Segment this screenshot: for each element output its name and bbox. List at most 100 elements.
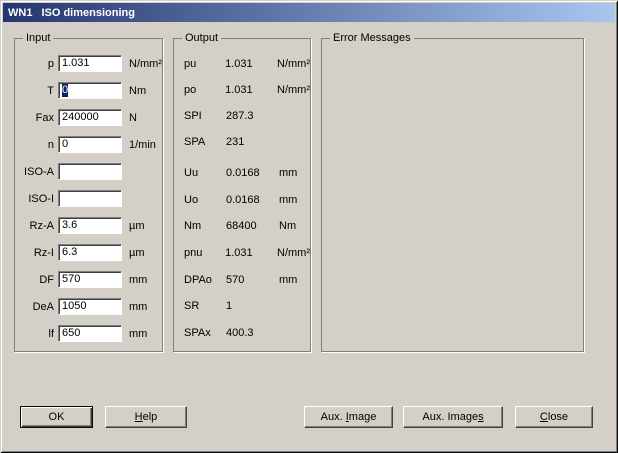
output-row: pnu 1.031 N/mm² (184, 240, 310, 267)
input-value: 650 (62, 327, 80, 340)
input-value: 0 (62, 84, 68, 97)
output-label: DPAo (184, 274, 226, 286)
input-unit: mm (129, 274, 147, 286)
output-value: 1 (226, 300, 279, 312)
output-value: 570 (226, 274, 279, 286)
output-pressure-block: pu 1.031 N/mm² po 1.031 N/mm² SPI 287.3 (174, 51, 310, 155)
input-row: lf 650 mm (15, 325, 162, 342)
close-button[interactable]: Close (515, 406, 593, 428)
input-group: Input p 1.031 N/mm² T 0 Nm (14, 38, 163, 352)
input-value: 570 (62, 273, 80, 286)
input-unit: µm (129, 220, 145, 232)
output-row: SPAx 400.3 (184, 320, 310, 347)
output-row: pu 1.031 N/mm² (184, 51, 310, 77)
input-field[interactable] (58, 163, 122, 180)
input-field[interactable]: 0 (58, 136, 122, 153)
error-messages-group: Error Messages (321, 38, 584, 352)
input-field[interactable]: 240000 (58, 109, 122, 126)
output-row: Nm 68400 Nm (184, 213, 310, 240)
input-row: Rz-I 6.3 µm (15, 244, 162, 261)
input-label: Rz-A (15, 220, 54, 232)
input-row: Rz-A 3.6 µm (15, 217, 162, 234)
input-row: DeA 1050 mm (15, 298, 162, 315)
input-value: 6.3 (62, 246, 77, 259)
output-value: 400.3 (226, 327, 279, 339)
input-row: T 0 Nm (15, 82, 162, 99)
input-label: ISO-I (15, 193, 54, 205)
input-unit: mm (129, 301, 147, 313)
input-label: DF (15, 274, 54, 286)
input-label: Fax (15, 112, 54, 124)
input-value: 240000 (62, 111, 99, 124)
input-unit: µm (129, 247, 145, 259)
input-field[interactable]: 6.3 (58, 244, 122, 261)
input-row: p 1.031 N/mm² (15, 55, 162, 72)
input-row: Fax 240000 N (15, 109, 162, 126)
output-label: Uo (184, 194, 226, 206)
output-value: 231 (226, 136, 279, 148)
output-unit: N/mm² (277, 84, 310, 96)
input-field[interactable] (58, 190, 122, 207)
input-rows: p 1.031 N/mm² T 0 Nm Fax (15, 39, 162, 342)
output-group-label: Output (182, 32, 221, 45)
input-label: Rz-I (15, 247, 54, 259)
output-row: SPA 231 (184, 129, 310, 155)
input-unit: Nm (129, 85, 146, 97)
input-label: DeA (15, 301, 54, 313)
output-value: 0.0168 (226, 167, 279, 179)
output-row: Uo 0.0168 mm (184, 187, 310, 214)
input-field[interactable]: 3.6 (58, 217, 122, 234)
input-value: 1.031 (62, 57, 90, 70)
input-unit: N/mm² (129, 58, 162, 70)
output-label: SPA (184, 136, 226, 148)
output-label: Uu (184, 167, 226, 179)
input-group-label: Input (23, 32, 53, 45)
output-label: pnu (184, 247, 225, 259)
input-field[interactable]: 0 (58, 82, 122, 99)
input-value: 3.6 (62, 219, 77, 232)
output-unit: mm (279, 194, 297, 206)
input-field[interactable]: 570 (58, 271, 122, 288)
input-field[interactable]: 650 (58, 325, 122, 342)
window-title: ISO dimensioning (41, 7, 135, 19)
output-unit: N/mm² (277, 58, 310, 70)
output-label: SPI (184, 110, 226, 122)
input-label: p (15, 58, 54, 70)
input-value: 1050 (62, 300, 86, 313)
output-value: 0.0168 (226, 194, 279, 206)
output-label: SPAx (184, 327, 226, 339)
output-row: DPAo 570 mm (184, 266, 310, 293)
output-row: po 1.031 N/mm² (184, 77, 310, 103)
output-label: SR (184, 300, 226, 312)
output-fit-block: Uu 0.0168 mm Uo 0.0168 mm Nm 68400 Nm (174, 160, 310, 346)
ok-button[interactable]: OK (20, 406, 93, 428)
input-row: DF 570 mm (15, 271, 162, 288)
output-row: Uu 0.0168 mm (184, 160, 310, 187)
aux-images-button[interactable]: Aux. Images (403, 406, 503, 428)
input-unit: 1/min (129, 139, 156, 151)
input-label: T (15, 85, 54, 97)
aux-image-button[interactable]: Aux. Image (304, 406, 393, 428)
input-unit: N (129, 112, 137, 124)
input-row: ISO-I (15, 190, 162, 207)
help-button[interactable]: Help (105, 406, 187, 428)
input-field[interactable]: 1.031 (58, 55, 122, 72)
output-value: 1.031 (225, 247, 277, 259)
input-label: n (15, 139, 54, 151)
output-value: 1.031 (225, 84, 277, 96)
output-value: 1.031 (225, 58, 277, 70)
titlebar[interactable]: WN1 ISO dimensioning (3, 3, 615, 22)
input-unit: mm (129, 328, 147, 340)
output-group: Output pu 1.031 N/mm² po 1.031 N/mm² SPI… (173, 38, 311, 352)
output-unit: mm (279, 274, 297, 286)
output-row: SR 1 (184, 293, 310, 320)
output-unit: Nm (279, 220, 296, 232)
output-value: 68400 (226, 220, 279, 232)
output-label: po (184, 84, 225, 96)
output-unit: N/mm² (277, 247, 310, 259)
input-field[interactable]: 1050 (58, 298, 122, 315)
input-label: ISO-A (15, 166, 54, 178)
error-messages-label: Error Messages (330, 32, 414, 45)
output-row: SPI 287.3 (184, 103, 310, 129)
window-tag: WN1 (8, 7, 32, 19)
